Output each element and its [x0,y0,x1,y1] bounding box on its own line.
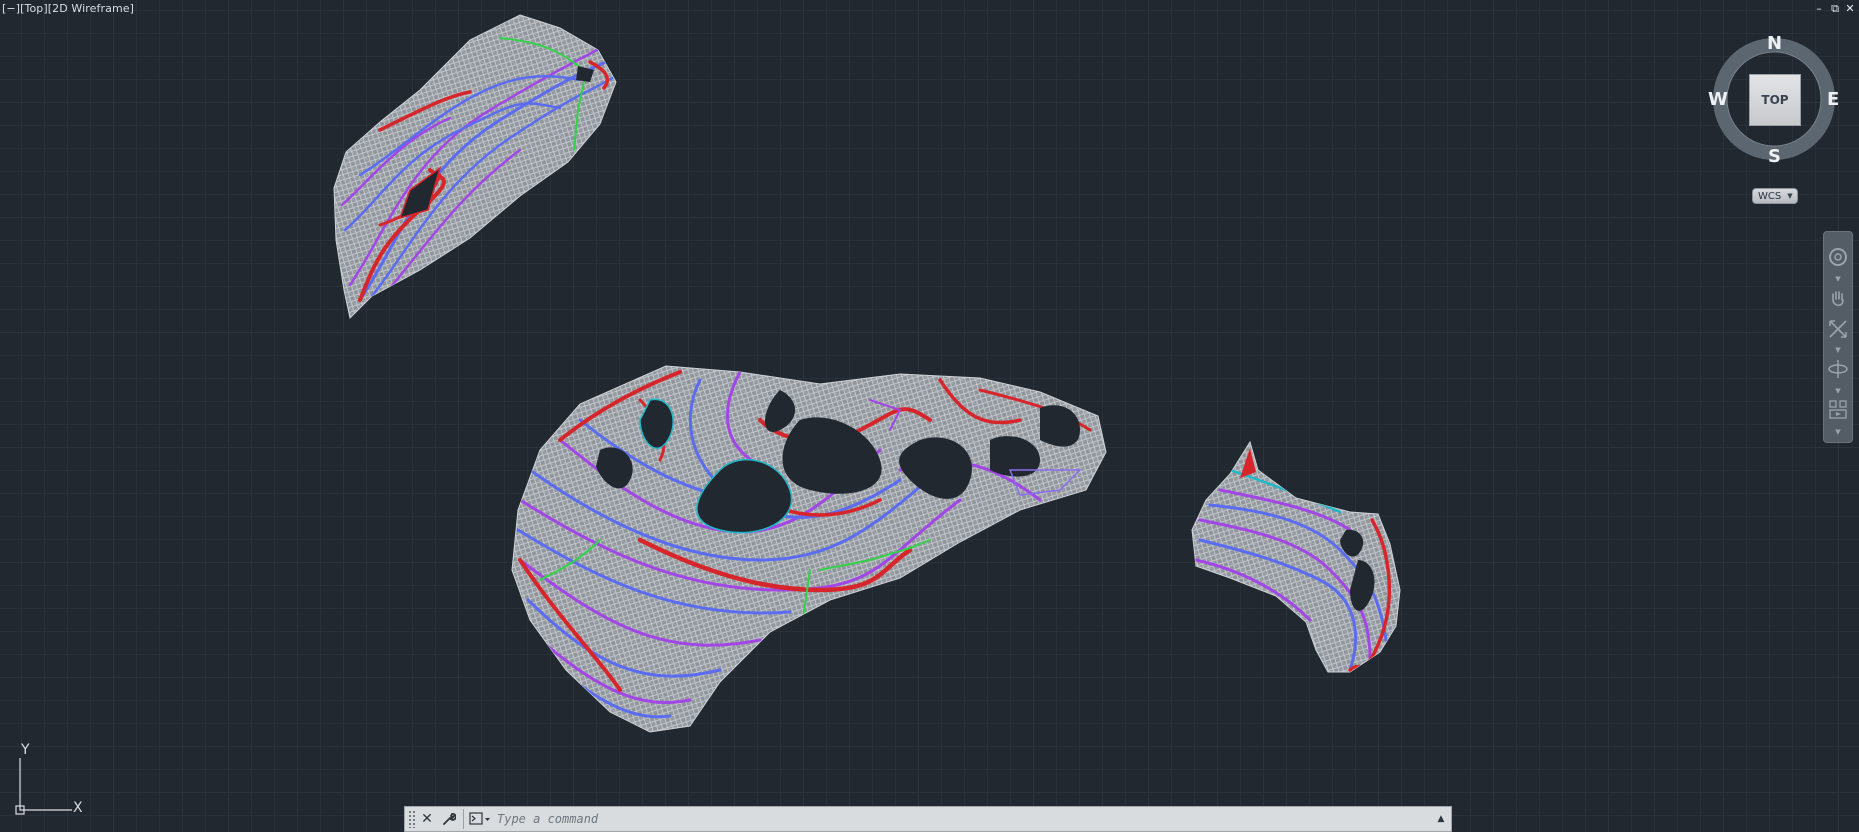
steering-wheel-icon[interactable] [1827,246,1849,272]
navigation-bar: ▼ ▼ ▼ ▼ [1823,231,1853,443]
terrain-surface-northwest [333,14,1401,733]
ucs-menu-label: WCS [1758,190,1782,202]
showmotion-icon[interactable] [1827,398,1849,424]
compass-west[interactable]: W [1708,89,1728,110]
chevron-down-icon[interactable]: ▼ [1833,346,1843,354]
wrench-icon[interactable] [438,808,460,830]
ucs-y-label: Y [21,742,30,758]
toolbar-divider [463,809,464,829]
ucs-icon: Y X [12,742,92,818]
ucs-menu-button[interactable]: WCS ▼ [1752,188,1798,204]
command-history-icon[interactable]: ▲ [1431,809,1451,829]
viewcube-top-face[interactable]: TOP [1749,74,1801,126]
close-icon[interactable]: ✕ [416,808,438,830]
zoom-extents-icon[interactable] [1827,318,1849,344]
orbit-icon[interactable] [1827,358,1849,384]
command-prompt-icon [469,812,490,825]
command-prompt-icon[interactable] [467,809,493,829]
chevron-down-icon[interactable]: ▼ [1833,387,1843,395]
model-viewport[interactable]: [−][Top][2D Wireframe] – ⧉ ✕ TOP N S E W… [0,0,1859,832]
compass-east[interactable]: E [1827,89,1839,110]
drag-handle-icon[interactable] [408,810,416,828]
chevron-down-icon: ▼ [1787,192,1793,200]
wrench-icon [443,813,456,825]
pan-hand-icon [1832,291,1844,307]
zoom-extents-icon [1829,320,1847,338]
showmotion-icon [1829,400,1847,419]
chevron-down-icon[interactable]: ▼ [1833,428,1843,436]
command-line: ✕ ▲ [404,806,1452,832]
chevron-down-icon[interactable]: ▼ [1833,275,1843,283]
compass-north[interactable]: N [1767,33,1782,54]
pan-hand-icon[interactable] [1827,288,1849,314]
orbit-icon [1828,360,1848,378]
steering-wheel-icon [1829,248,1847,266]
ucs-x-label: X [73,800,83,816]
compass-south[interactable]: S [1768,146,1781,167]
command-input[interactable] [493,808,1431,830]
viewcube[interactable]: TOP N S E W [1708,33,1840,167]
